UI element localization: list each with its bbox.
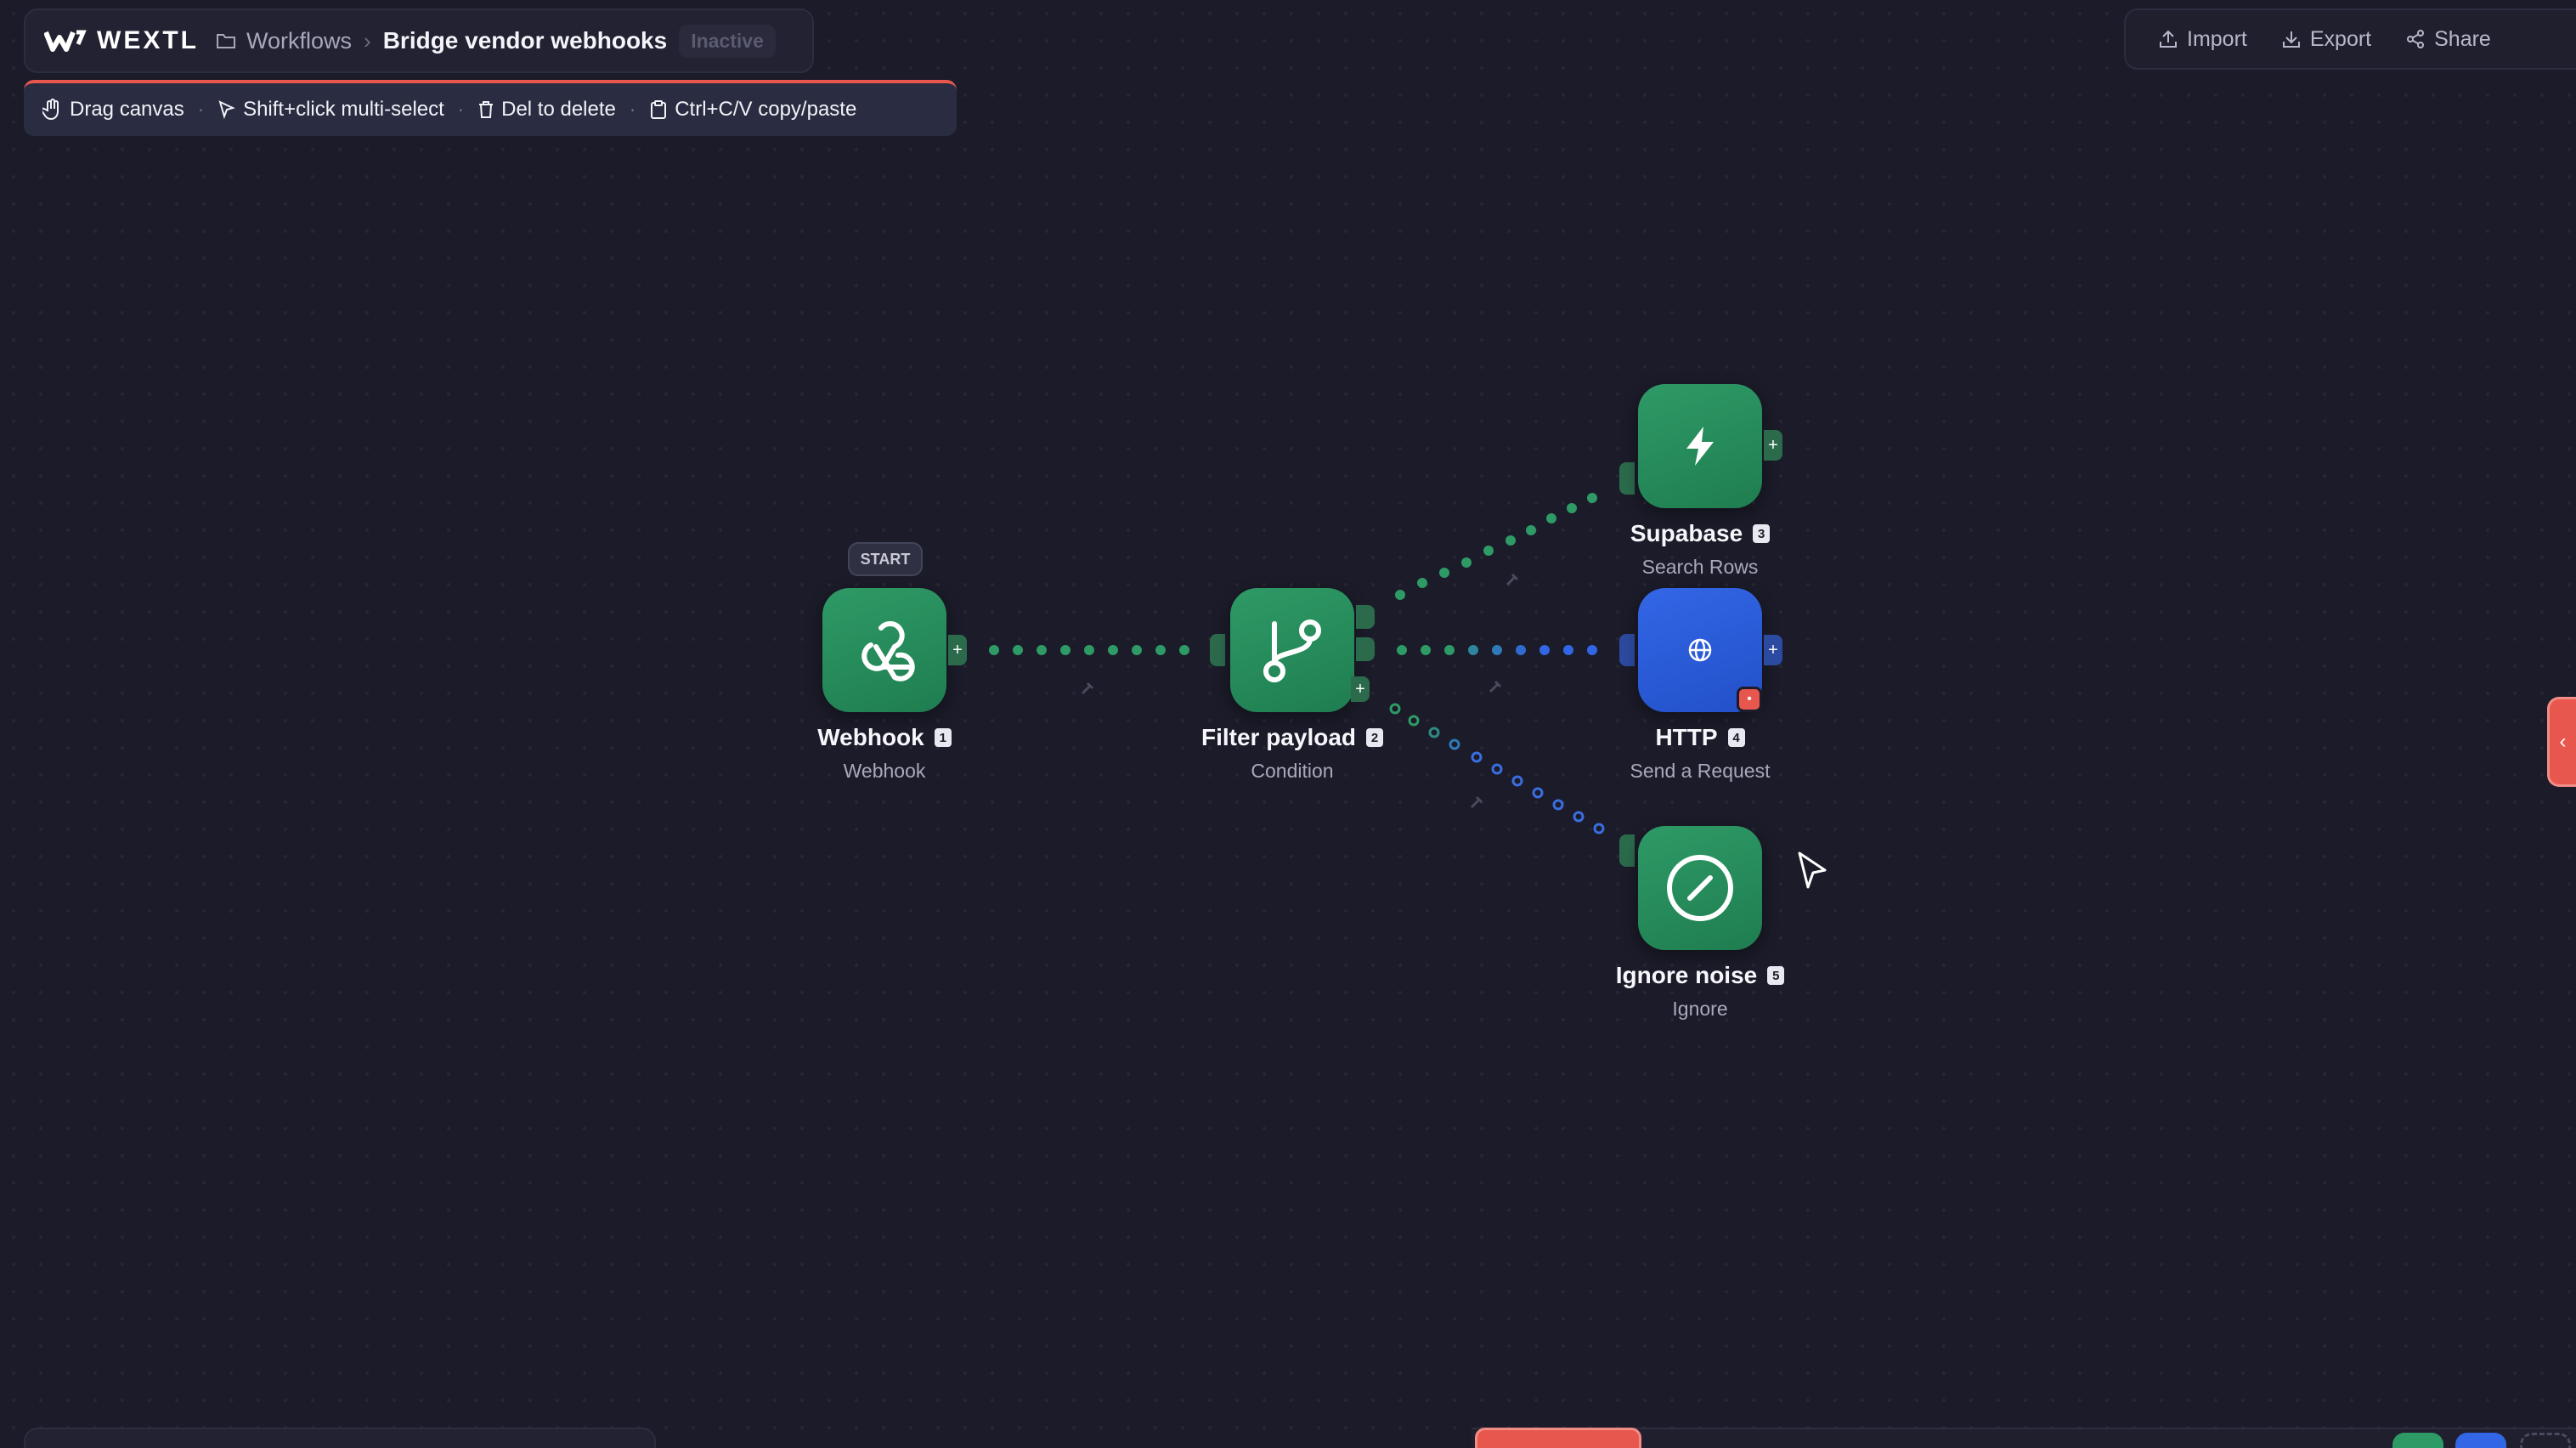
run-button[interactable]: [1475, 1428, 1641, 1448]
node-title-text: HTTP: [1655, 724, 1718, 750]
node-index-badge: 2: [1366, 728, 1384, 747]
ban-icon: [1667, 855, 1733, 921]
scissors-icon: [1489, 680, 1502, 693]
node-index-badge: 1: [934, 728, 952, 747]
node-filter-true-handle[interactable]: [1356, 605, 1375, 629]
bottom-blue-button[interactable]: [2455, 1433, 2506, 1448]
node-filter-else-handle[interactable]: [1356, 637, 1375, 661]
scissors-icon: [1081, 682, 1094, 695]
node-filter-box[interactable]: [1230, 588, 1354, 712]
bottom-green-button[interactable]: [2392, 1433, 2443, 1448]
bolt-icon: [1686, 427, 1714, 466]
node-http-add-handle[interactable]: +: [1764, 635, 1782, 665]
node-webhook-title: Webhook 1: [732, 724, 1037, 751]
node-index-badge: 3: [1753, 524, 1771, 543]
edge-webhook-filter[interactable]: [989, 645, 1189, 655]
edge-filter-http[interactable]: [1397, 645, 1597, 655]
node-supabase-input-handle[interactable]: [1619, 462, 1635, 495]
node-title-text: Supabase: [1630, 520, 1743, 546]
node-http-error-indicator[interactable]: •: [1737, 687, 1762, 712]
globe-icon: [1688, 638, 1712, 662]
node-title-text: Ignore noise: [1615, 962, 1758, 988]
node-http-subtitle: Send a Request: [1630, 760, 1771, 782]
node-title-text: Filter payload: [1200, 724, 1357, 750]
node-index-badge: 4: [1727, 728, 1745, 747]
bottom-left-panel[interactable]: [24, 1428, 656, 1448]
node-supabase-title: Supabase 3: [1547, 520, 1853, 547]
node-index-badge: 5: [1767, 966, 1785, 985]
scissors-icon: [1505, 573, 1519, 586]
node-supabase-add-handle[interactable]: +: [1764, 430, 1782, 461]
branch-icon: [1263, 619, 1321, 682]
node-webhook-box[interactable]: [822, 588, 946, 712]
mouse-cursor-icon: [1798, 851, 1827, 889]
node-filter-subtitle: Condition: [1251, 760, 1334, 782]
side-panel-toggle[interactable]: ‹: [2547, 697, 2576, 787]
scissors-icon: [1470, 795, 1483, 809]
node-http-input-handle[interactable]: [1619, 634, 1635, 666]
node-webhook-add-handle[interactable]: +: [948, 635, 967, 665]
node-ignore-title: Ignore noise 5: [1547, 962, 1853, 989]
node-ignore-subtitle: Ignore: [1672, 998, 1728, 1020]
node-supabase-box[interactable]: [1638, 384, 1762, 508]
start-badge: START: [848, 542, 923, 576]
chevron-left-icon: ‹: [2559, 730, 2567, 753]
node-filter-input-handle[interactable]: [1210, 634, 1225, 666]
node-title-text: Webhook: [817, 724, 924, 750]
webhook-icon: [861, 621, 915, 682]
node-http-title: HTTP 4: [1547, 724, 1853, 751]
node-supabase-subtitle: Search Rows: [1641, 556, 1759, 578]
node-ignore-input-handle[interactable]: [1619, 834, 1635, 867]
node-filter-title: Filter payload 2: [1139, 724, 1445, 751]
node-ignore-box[interactable]: [1638, 826, 1762, 950]
bottom-add-button[interactable]: [2520, 1433, 2571, 1448]
node-webhook-subtitle: Webhook: [843, 760, 926, 782]
node-filter-add-handle[interactable]: +: [1351, 676, 1370, 702]
